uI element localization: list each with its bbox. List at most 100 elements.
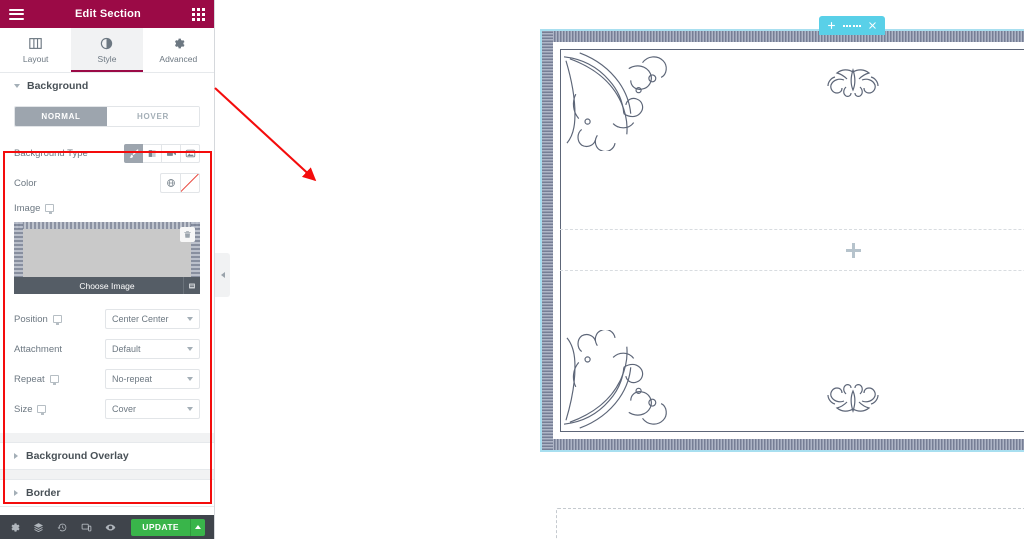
- choose-image-label: Choose Image: [79, 280, 135, 291]
- image-label: Image: [14, 202, 41, 214]
- tab-layout-label: Layout: [22, 53, 49, 64]
- update-button-group: UPDATE: [131, 518, 205, 536]
- background-controls: NORMAL HOVER Background Type Color Image…: [0, 106, 214, 424]
- panel-collapse-handle[interactable]: [215, 253, 230, 297]
- color-row: Color: [14, 168, 200, 198]
- choose-image-button[interactable]: Choose Image: [14, 277, 200, 294]
- background-type-gradient[interactable]: [143, 143, 162, 163]
- size-select[interactable]: Cover: [105, 399, 200, 419]
- hamburger-icon[interactable]: [9, 8, 24, 20]
- editor-canvas: [215, 0, 1024, 539]
- chevron-right-icon: [14, 490, 18, 496]
- slideshow-image-icon: [185, 149, 195, 157]
- preview-ornament-top: [14, 222, 200, 229]
- panel-footer: UPDATE: [0, 515, 214, 539]
- palmette-ornament-top: [822, 63, 884, 99]
- background-type-slideshow[interactable]: [181, 143, 200, 163]
- media-library-button[interactable]: [183, 277, 200, 294]
- panel-tabs: Layout Style Advanced: [0, 28, 214, 73]
- drag-handle-icon[interactable]: [842, 24, 862, 27]
- desktop-monitor-icon[interactable]: [49, 375, 59, 385]
- chevron-right-icon: [14, 453, 18, 459]
- desktop-monitor-icon[interactable]: [37, 405, 47, 415]
- paint-brush-icon: [129, 148, 139, 158]
- section-border[interactable]: Border: [0, 479, 214, 507]
- ornament-band-bottom: [542, 439, 1024, 450]
- tab-style-label: Style: [97, 53, 117, 64]
- add-new-section-dropzone[interactable]: [556, 508, 1024, 539]
- position-select[interactable]: Center Center: [105, 309, 200, 329]
- elementor-editor: Edit Section Layout Style Advanced Backg…: [0, 0, 1024, 539]
- gradient-icon: [148, 149, 156, 157]
- desktop-monitor-icon[interactable]: [45, 204, 55, 214]
- state-tab-normal[interactable]: NORMAL: [15, 107, 107, 126]
- video-camera-icon: [166, 150, 176, 156]
- plus-add-element-icon[interactable]: [845, 242, 861, 258]
- attachment-value: Default: [112, 344, 141, 354]
- globe-icon: [166, 179, 175, 187]
- field-attachment: Attachment Default: [14, 334, 200, 364]
- color-swatch-button[interactable]: [180, 173, 200, 193]
- trash-icon: [184, 231, 191, 238]
- section-background-frame[interactable]: [540, 29, 1024, 452]
- empty-column-dropzone[interactable]: [560, 229, 1024, 271]
- palmette-ornament-bottom: [822, 382, 884, 418]
- state-tab-hover[interactable]: HOVER: [107, 107, 199, 126]
- editor-panel: Edit Section Layout Style Advanced Backg…: [0, 0, 215, 539]
- corner-flourish-top-left: [558, 47, 676, 153]
- add-section-icon[interactable]: [827, 21, 836, 30]
- position-value: Center Center: [112, 314, 169, 324]
- update-options-button[interactable]: [190, 518, 205, 536]
- background-section-header[interactable]: Background: [0, 73, 214, 99]
- ornament-band-left: [542, 31, 553, 450]
- section-toolbar: [819, 16, 885, 35]
- navigator-layers-icon[interactable]: [33, 522, 44, 533]
- image-preview[interactable]: Choose Image: [14, 222, 200, 294]
- gear-icon: [174, 38, 185, 48]
- no-color-slash-icon: [181, 174, 199, 192]
- preview-eye-icon[interactable]: [105, 522, 116, 533]
- chevron-down-icon: [187, 407, 193, 411]
- tab-style[interactable]: Style: [71, 28, 143, 72]
- panel-title: Edit Section: [75, 8, 141, 20]
- image-row: Image: [14, 198, 200, 218]
- background-overlay-title: Background Overlay: [26, 450, 129, 462]
- caret-up-icon: [195, 525, 201, 529]
- section-divider: [0, 433, 214, 442]
- global-colors-button[interactable]: [160, 173, 180, 193]
- chevron-down-icon: [187, 317, 193, 321]
- delete-image-button[interactable]: [180, 227, 195, 242]
- tab-advanced[interactable]: Advanced: [142, 28, 214, 72]
- chevron-down-icon: [14, 84, 20, 88]
- attachment-label: Attachment: [14, 343, 63, 355]
- chevron-down-icon: [187, 377, 193, 381]
- contrast-circle-icon: [101, 37, 113, 49]
- responsive-mode-icon[interactable]: [81, 522, 92, 533]
- repeat-select[interactable]: No-repeat: [105, 369, 200, 389]
- repeat-label: Repeat: [14, 373, 45, 385]
- corner-flourish-bottom-left: [558, 328, 676, 434]
- columns-icon: [29, 37, 42, 49]
- widgets-grid-icon[interactable]: [192, 7, 205, 21]
- size-label: Size: [14, 403, 33, 415]
- color-label: Color: [14, 177, 37, 189]
- field-repeat: Repeat No-repeat: [14, 364, 200, 394]
- history-revisions-icon[interactable]: [57, 522, 68, 533]
- attachment-select[interactable]: Default: [105, 339, 200, 359]
- section-divider: [0, 470, 214, 479]
- section-background-overlay[interactable]: Background Overlay: [0, 442, 214, 470]
- color-controls: [160, 173, 200, 193]
- background-type-video[interactable]: [162, 143, 181, 163]
- panel-header: Edit Section: [0, 0, 214, 28]
- background-type-classic[interactable]: [124, 143, 143, 163]
- desktop-monitor-icon[interactable]: [52, 315, 62, 325]
- delete-section-icon[interactable]: [868, 21, 877, 30]
- ornament-band-top: [542, 31, 1024, 42]
- chevron-down-icon: [187, 347, 193, 351]
- tab-advanced-label: Advanced: [159, 53, 198, 64]
- update-button[interactable]: UPDATE: [131, 518, 190, 536]
- media-library-icon: [189, 283, 195, 288]
- settings-gear-icon[interactable]: [9, 522, 20, 533]
- background-type-label: Background Type: [14, 147, 88, 159]
- tab-layout[interactable]: Layout: [0, 28, 72, 72]
